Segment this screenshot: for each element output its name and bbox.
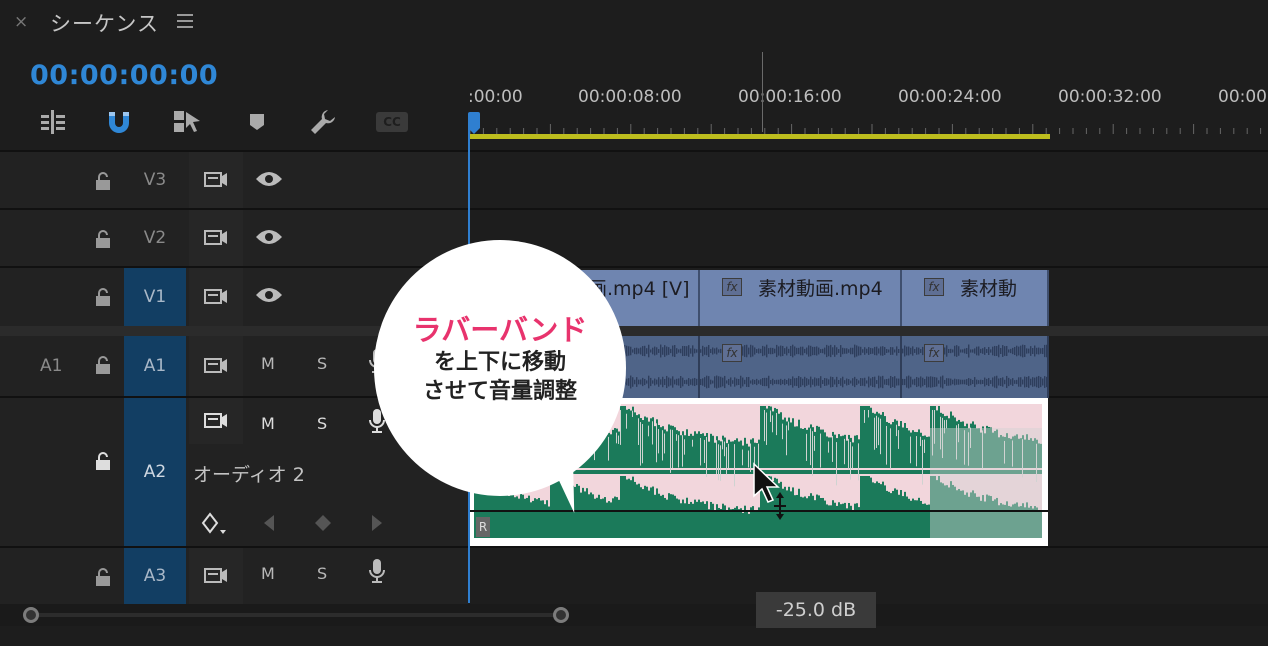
eye-icon[interactable] bbox=[255, 228, 283, 250]
ruler-divider bbox=[762, 52, 763, 132]
eye-icon[interactable] bbox=[255, 286, 283, 308]
fx-badge-icon: fx bbox=[924, 278, 944, 296]
mute-button[interactable]: M bbox=[261, 354, 275, 373]
fx-badge-icon: fx bbox=[924, 344, 944, 362]
lock-icon[interactable] bbox=[95, 452, 111, 470]
work-area-bar[interactable] bbox=[470, 134, 1050, 139]
panel-title: シーケンス bbox=[50, 12, 159, 36]
ruler-label: 00:00 bbox=[1218, 87, 1267, 107]
track-target-v2[interactable]: V2 bbox=[124, 210, 186, 266]
video-audio-divider[interactable] bbox=[0, 326, 1268, 336]
ruler-label: :00:00 bbox=[468, 87, 523, 107]
scroll-handle-left[interactable] bbox=[23, 607, 39, 623]
clip-name: 素材動画.mp4 bbox=[758, 278, 883, 300]
sync-lock-button[interactable] bbox=[189, 548, 243, 604]
scroll-handle-right[interactable] bbox=[553, 607, 569, 623]
eye-icon[interactable] bbox=[255, 170, 283, 192]
callout-heading: ラバーバンド bbox=[412, 313, 588, 347]
sync-lock-button[interactable] bbox=[189, 210, 243, 266]
sync-lock-button[interactable] bbox=[189, 268, 243, 326]
volume-tooltip: -25.0 dB bbox=[756, 592, 876, 628]
audio-clip[interactable]: fx bbox=[700, 336, 902, 398]
track-target-a3[interactable]: A3 bbox=[124, 548, 186, 604]
track-target-v3[interactable]: V3 bbox=[124, 152, 186, 208]
lock-icon[interactable] bbox=[95, 230, 111, 248]
solo-button[interactable]: S bbox=[317, 414, 327, 433]
insert-edit-icon[interactable] bbox=[38, 108, 68, 136]
close-panel-button[interactable]: × bbox=[14, 12, 28, 32]
fx-badge-icon: fx bbox=[722, 278, 742, 296]
sync-lock-button[interactable] bbox=[189, 336, 243, 396]
ruler-label: 00:00:32:00 bbox=[1058, 87, 1162, 107]
microphone-icon[interactable] bbox=[368, 558, 386, 588]
lock-icon[interactable] bbox=[95, 568, 111, 586]
fx-badge-icon: fx bbox=[722, 344, 742, 362]
sync-lock-button[interactable] bbox=[189, 398, 243, 444]
callout-text: ラバーバンド を上下に移動 させて音量調整 bbox=[374, 312, 626, 406]
track-target-a2[interactable]: A2 bbox=[124, 398, 186, 546]
zoom-scroll-bar[interactable] bbox=[0, 604, 1268, 626]
playhead-handle[interactable] bbox=[468, 112, 480, 134]
ruler-label: 00:00:16:00 bbox=[738, 87, 842, 107]
lock-icon[interactable] bbox=[95, 356, 111, 374]
track-target-a1[interactable]: A1 bbox=[124, 336, 186, 396]
time-ruler-ticks[interactable] bbox=[468, 124, 1268, 134]
mouse-cursor-icon bbox=[752, 462, 792, 526]
previous-keyframe-icon[interactable] bbox=[262, 514, 276, 536]
keyframe-options-icon[interactable] bbox=[201, 512, 227, 540]
snap-magnet-icon[interactable] bbox=[104, 108, 134, 136]
clip-name: 素材動 bbox=[960, 278, 1018, 300]
solo-button[interactable]: S bbox=[317, 564, 327, 583]
callout-line: を上下に移動 bbox=[433, 350, 566, 375]
scroll-bar-thumb[interactable] bbox=[32, 613, 562, 617]
ruler-label: 00:00:24:00 bbox=[898, 87, 1002, 107]
lock-icon[interactable] bbox=[95, 288, 111, 306]
lock-icon[interactable] bbox=[95, 172, 111, 190]
track-name[interactable]: オーディオ 2 bbox=[193, 460, 305, 487]
add-keyframe-icon[interactable] bbox=[314, 514, 332, 536]
mute-button[interactable]: M bbox=[261, 564, 275, 583]
ruler-label: 00:00:08:00 bbox=[578, 87, 682, 107]
audio-clip[interactable]: fx bbox=[902, 336, 1049, 398]
closed-caption-icon[interactable]: CC bbox=[376, 108, 408, 136]
track-target-v1[interactable]: V1 bbox=[124, 268, 186, 326]
callout-line: させて音量調整 bbox=[422, 379, 577, 404]
linked-selection-icon[interactable] bbox=[172, 108, 202, 136]
mute-button[interactable]: M bbox=[261, 414, 275, 433]
sync-lock-button[interactable] bbox=[189, 152, 243, 208]
playhead-timecode[interactable]: 00:00:00:00 bbox=[30, 60, 218, 91]
solo-button[interactable]: S bbox=[317, 354, 327, 373]
marker-icon[interactable] bbox=[242, 108, 272, 136]
video-clip[interactable]: fx 素材動画.mp4 bbox=[700, 270, 902, 326]
panel-menu-icon[interactable] bbox=[177, 14, 193, 32]
video-clip[interactable]: fx 素材動 bbox=[902, 270, 1049, 326]
source-patch-a1[interactable]: A1 bbox=[40, 356, 62, 376]
r-badge: R bbox=[476, 517, 490, 537]
next-keyframe-icon[interactable] bbox=[370, 514, 384, 536]
wrench-settings-icon[interactable] bbox=[308, 108, 338, 136]
